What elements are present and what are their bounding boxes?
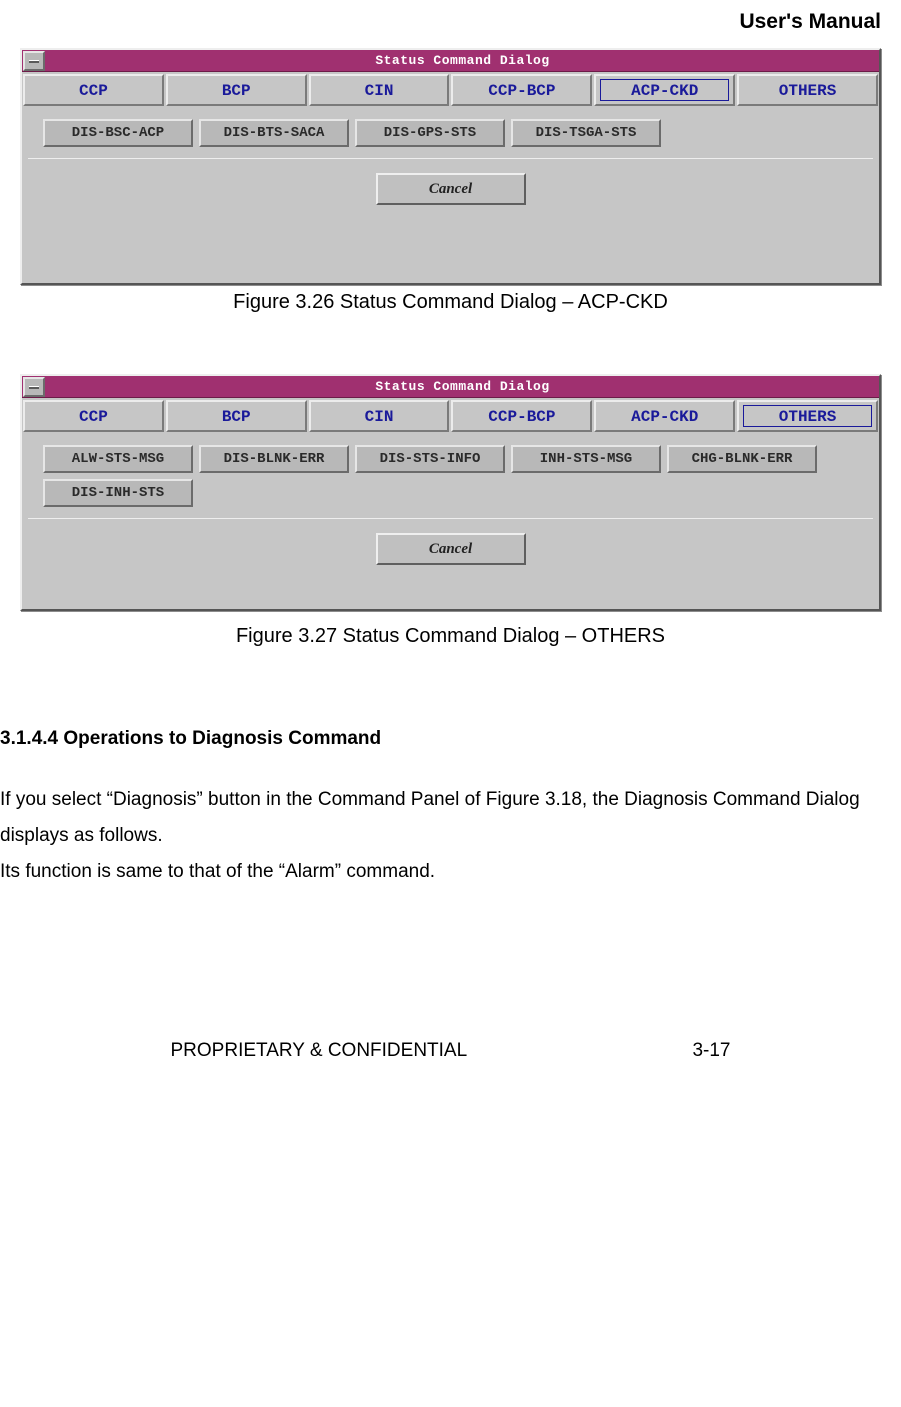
tab-others[interactable]: OTHERS — [737, 74, 878, 106]
tab-ccp-bcp[interactable]: CCP-BCP — [451, 74, 592, 106]
command-buttons: ALW-STS-MSG DIS-BLNK-ERR DIS-STS-INFO IN… — [22, 432, 879, 514]
dialog-title: Status Command Dialog — [46, 50, 879, 71]
tab-acp-ckd[interactable]: ACP-CKD — [594, 74, 735, 106]
footer-right: 3-17 — [692, 1040, 730, 1062]
body-paragraph-1: If you select “Diagnosis” button in the … — [0, 782, 881, 854]
cancel-area: Cancel — [22, 523, 879, 573]
dis-blnk-err-button[interactable]: DIS-BLNK-ERR — [199, 445, 349, 473]
page-header: User's Manual — [20, 0, 881, 48]
system-menu-icon[interactable] — [23, 51, 45, 71]
tab-bcp[interactable]: BCP — [166, 400, 307, 432]
dis-inh-sts-button[interactable]: DIS-INH-STS — [43, 479, 193, 507]
dis-tsga-sts-button[interactable]: DIS-TSGA-STS — [511, 119, 661, 147]
body-paragraph-2: Its function is same to that of the “Ala… — [0, 854, 881, 890]
dis-bts-saca-button[interactable]: DIS-BTS-SACA — [199, 119, 349, 147]
titlebar: Status Command Dialog — [22, 376, 879, 398]
figure-caption-3-27: Figure 3.27 Status Command Dialog – OTHE… — [20, 625, 881, 648]
tab-cin[interactable]: CIN — [309, 400, 450, 432]
dash-icon — [29, 386, 39, 389]
system-menu-icon[interactable] — [23, 377, 45, 397]
dis-gps-sts-button[interactable]: DIS-GPS-STS — [355, 119, 505, 147]
cancel-area: Cancel — [22, 163, 879, 213]
alw-sts-msg-button[interactable]: ALW-STS-MSG — [43, 445, 193, 473]
dis-sts-info-button[interactable]: DIS-STS-INFO — [355, 445, 505, 473]
status-command-dialog-1: Status Command Dialog CCP BCP CIN CCP-BC… — [20, 48, 881, 285]
tab-acp-ckd[interactable]: ACP-CKD — [594, 400, 735, 432]
separator — [28, 518, 873, 519]
tab-row: CCP BCP CIN CCP-BCP ACP-CKD OTHERS — [22, 398, 879, 432]
chg-blnk-err-button[interactable]: CHG-BLNK-ERR — [667, 445, 817, 473]
command-buttons: DIS-BSC-ACP DIS-BTS-SACA DIS-GPS-STS DIS… — [22, 106, 879, 154]
dialog-padding — [22, 213, 879, 283]
inh-sts-msg-button[interactable]: INH-STS-MSG — [511, 445, 661, 473]
tab-bcp[interactable]: BCP — [166, 74, 307, 106]
separator — [28, 158, 873, 159]
dis-bsc-acp-button[interactable]: DIS-BSC-ACP — [43, 119, 193, 147]
section-heading: 3.1.4.4 Operations to Diagnosis Command — [0, 728, 881, 750]
figure-caption-3-26: Figure 3.26 Status Command Dialog – ACP-… — [20, 291, 881, 314]
dash-icon — [29, 60, 39, 63]
cancel-button[interactable]: Cancel — [376, 533, 526, 565]
tab-cin[interactable]: CIN — [309, 74, 450, 106]
tab-others[interactable]: OTHERS — [737, 400, 878, 432]
footer-left: PROPRIETARY & CONFIDENTIAL — [171, 1040, 468, 1062]
cancel-button[interactable]: Cancel — [376, 173, 526, 205]
tab-ccp[interactable]: CCP — [23, 400, 164, 432]
page-footer: PROPRIETARY & CONFIDENTIAL 3-17 — [171, 1040, 731, 1082]
titlebar: Status Command Dialog — [22, 50, 879, 72]
tab-ccp-bcp[interactable]: CCP-BCP — [451, 400, 592, 432]
tab-row: CCP BCP CIN CCP-BCP ACP-CKD OTHERS — [22, 72, 879, 106]
status-command-dialog-2: Status Command Dialog CCP BCP CIN CCP-BC… — [20, 374, 881, 611]
dialog-title: Status Command Dialog — [46, 376, 879, 397]
tab-ccp[interactable]: CCP — [23, 74, 164, 106]
dialog-padding — [22, 573, 879, 609]
